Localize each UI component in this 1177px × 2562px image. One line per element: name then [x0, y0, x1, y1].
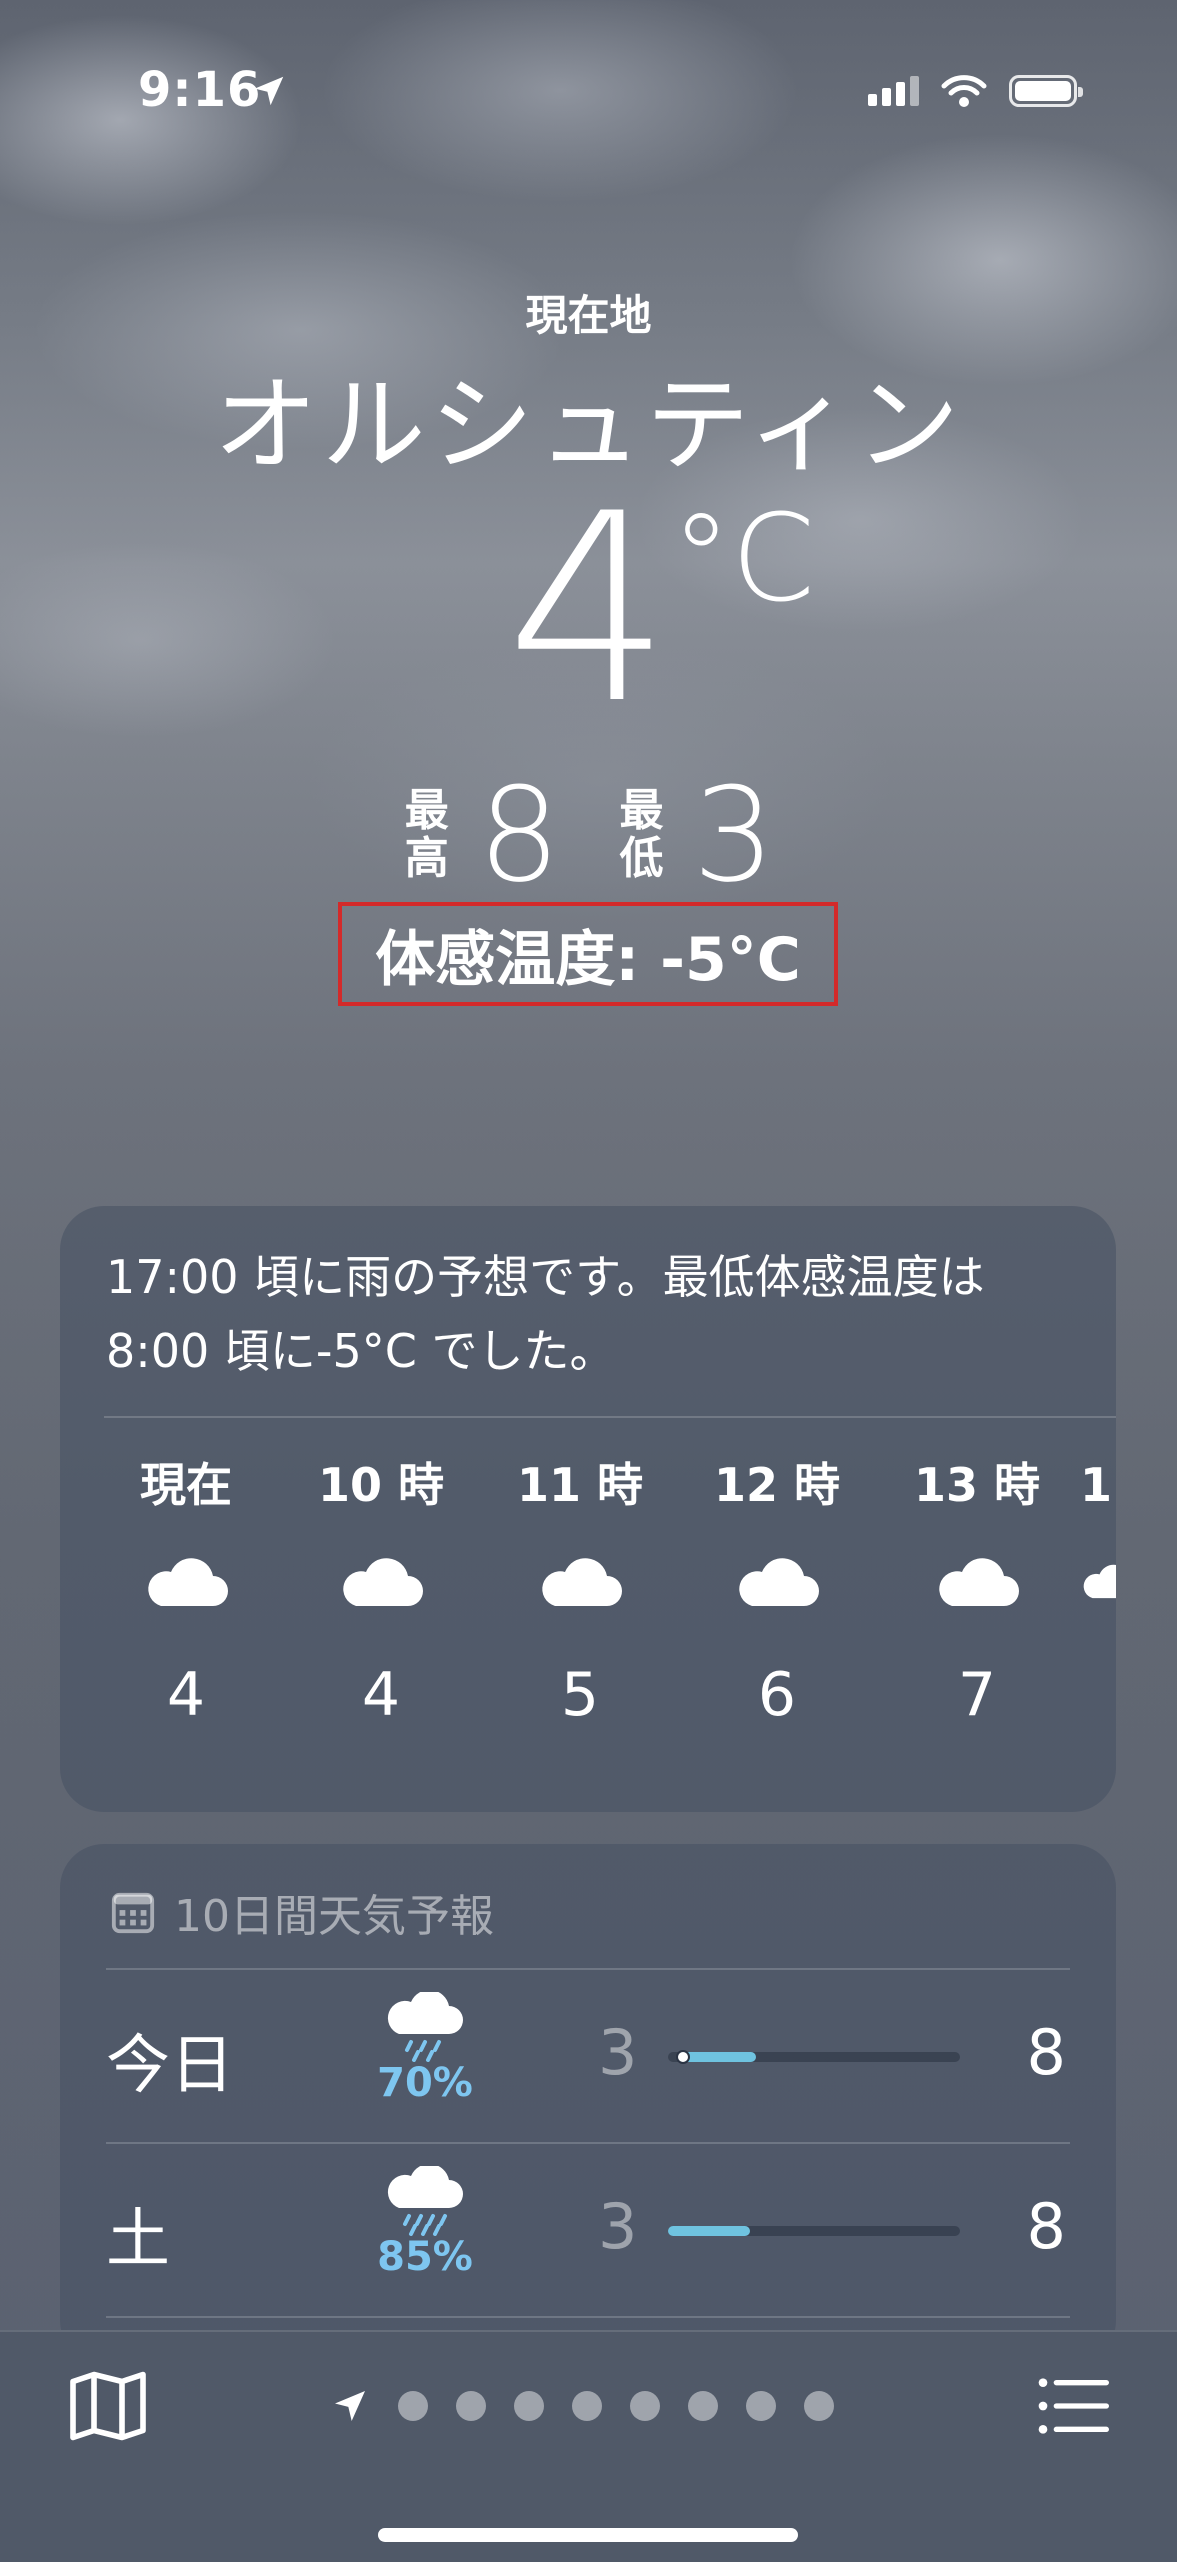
temperature-range-bar [668, 2050, 960, 2064]
hour-item: 現在 4 [140, 1458, 232, 1730]
range-fill [668, 2226, 750, 2236]
feels-like-temperature: 体感温度: -5°C [338, 902, 838, 1006]
calendar-icon [111, 1892, 155, 1934]
battery-icon [1009, 75, 1083, 107]
weather-icon-group: 85% [370, 2163, 480, 2280]
forecast-header: 10日間天気予報 [110, 1880, 494, 1944]
hour-item: 13 時 7 [913, 1458, 1041, 1730]
page-dot[interactable] [572, 2391, 602, 2421]
cloud-icon [1083, 1564, 1116, 1599]
forecast-title: 10日間天気予報 [174, 1891, 494, 1942]
current-temperature-group: 4 °C [0, 480, 1177, 740]
cloud-icon [343, 1558, 423, 1606]
page-dot[interactable] [514, 2391, 544, 2421]
hourly-list[interactable]: 現在 4 10 時 4 11 時 5 12 時 6 13 時 7 1 [60, 1450, 1116, 1790]
home-indicator [378, 2528, 798, 2542]
status-indicators [868, 74, 1083, 108]
weather-icon-group: 70% [370, 1989, 480, 2106]
high-temp: 8 [1026, 2190, 1066, 2263]
hour-item: 11 時 5 [516, 1458, 644, 1730]
page-dot[interactable] [630, 2391, 660, 2421]
hour-item: 10 時 4 [317, 1458, 445, 1730]
status-time: 9:16 [138, 62, 262, 118]
day-label: 土 [106, 2203, 170, 2277]
forecast-row-saturday[interactable]: 土 85% 3 8 [60, 2144, 1116, 2316]
temperature-unit: °C [671, 490, 815, 629]
list-icon[interactable] [1031, 2366, 1115, 2446]
low-temp: 3 [598, 2016, 638, 2089]
high-low-temperatures: 最高 8 最低 3 [0, 770, 1177, 900]
day-label: 今日 [106, 2029, 234, 2103]
cloud-rain-icon [387, 1989, 463, 2062]
location-arrow-icon [254, 76, 284, 106]
high-temp: 8 [1026, 2016, 1066, 2089]
precipitation-chance: 70% [377, 2060, 473, 2106]
bottom-toolbar [0, 2330, 1177, 2562]
hourly-forecast-card[interactable]: 17:00 頃に雨の予想です。最低体感温度は 8:00 頃に-5°C でした。 … [60, 1206, 1116, 1812]
hour-item: 1 [1080, 1450, 1116, 1640]
current-temperature: 4 [505, 459, 672, 761]
forecast-row-today[interactable]: 今日 70% 3 8 [60, 1970, 1116, 2142]
page-dot[interactable] [804, 2391, 834, 2421]
hour-item: 12 時 6 [713, 1458, 841, 1730]
low-temperature: 3 [692, 759, 776, 911]
page-dot[interactable] [746, 2391, 776, 2421]
cloud-icon [148, 1558, 228, 1606]
ten-day-forecast-card[interactable]: 10日間天気予報 今日 70% 3 8 土 85% 3 8 [60, 1844, 1116, 2364]
range-fill [682, 2052, 756, 2062]
page-dot[interactable] [688, 2391, 718, 2421]
page-dot[interactable] [398, 2391, 428, 2421]
high-label: 最高 [404, 785, 449, 884]
location-label: 現在地 [525, 291, 652, 340]
precipitation-chance: 85% [377, 2234, 473, 2280]
low-temp: 3 [598, 2190, 638, 2263]
cellular-signal-icon [868, 76, 919, 106]
cloud-icon [939, 1558, 1019, 1606]
location-arrow-icon [335, 2391, 365, 2421]
map-icon[interactable] [66, 2364, 150, 2448]
temperature-range-bar [668, 2226, 960, 2236]
weather-summary: 17:00 頃に雨の予想です。最低体感温度は 8:00 頃に-5°C でした。 [106, 1250, 985, 1378]
cloud-icon [739, 1558, 819, 1606]
page-dot[interactable] [456, 2391, 486, 2421]
divider [106, 2316, 1070, 2318]
page-indicator[interactable] [330, 2386, 834, 2426]
cloud-icon [542, 1558, 622, 1606]
high-temperature: 8 [477, 759, 561, 911]
cloud-rain-icon [387, 2163, 463, 2236]
divider [104, 1416, 1116, 1418]
wifi-icon [941, 75, 987, 107]
current-temp-marker [675, 2050, 690, 2064]
low-label: 最低 [619, 785, 664, 884]
